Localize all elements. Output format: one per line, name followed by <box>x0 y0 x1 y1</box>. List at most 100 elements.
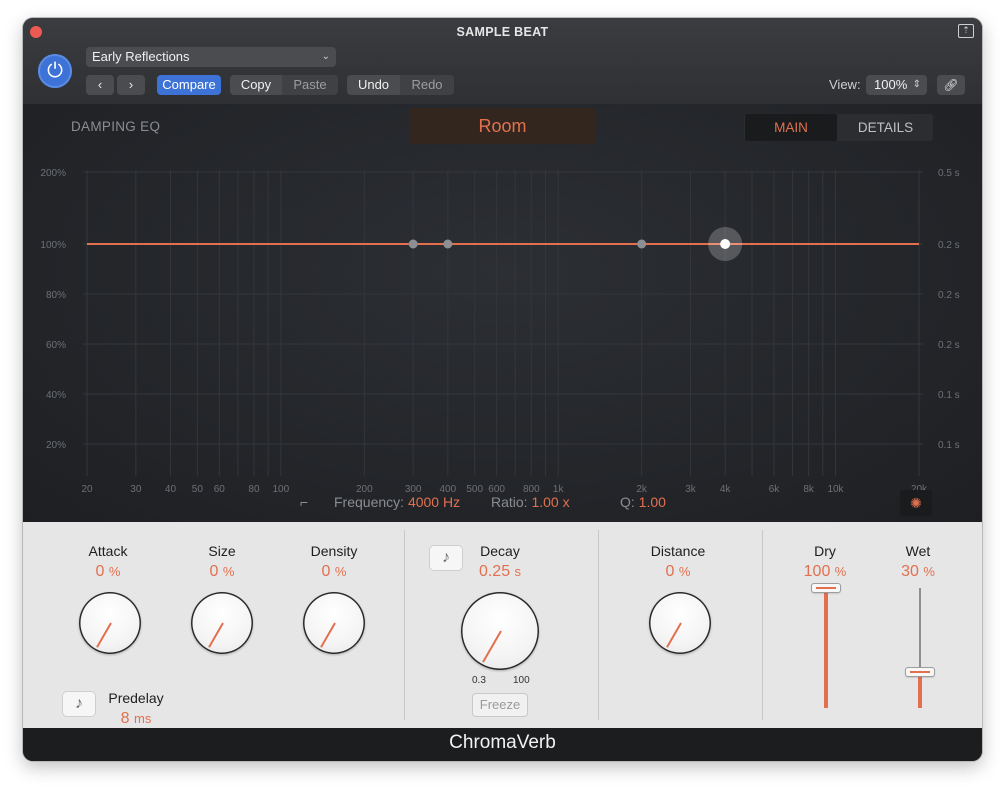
decay-sync-button[interactable]: ♪ <box>430 546 462 570</box>
decay-min-label: 0.3 <box>472 675 486 686</box>
chevron-down-icon: ⌄ <box>321 51 330 62</box>
stepper-icon: ⇕ <box>912 79 921 90</box>
divider <box>762 530 763 720</box>
ratio-param: Ratio: 1.00 x <box>491 494 570 510</box>
y-tick-label-left: 200% <box>40 168 66 179</box>
filter-shape-icon: ⌐ <box>300 494 309 510</box>
dry-label: Dry <box>814 543 836 559</box>
eq-node[interactable] <box>637 239 647 249</box>
y-tick-label-right: 0.2 s <box>938 240 960 251</box>
divider <box>404 530 405 720</box>
density-knob[interactable] <box>303 592 365 654</box>
eq-node-selected[interactable] <box>720 239 731 249</box>
paste-button[interactable]: Paste <box>282 75 338 95</box>
wet-label: Wet <box>905 543 931 559</box>
y-tick-label-right: 0.2 s <box>938 340 960 351</box>
undo-button[interactable]: Undo <box>347 75 400 95</box>
preset-name: Early Reflections <box>92 49 190 64</box>
particles-icon: ✺ <box>910 495 922 511</box>
attack-knob[interactable] <box>79 592 141 654</box>
distance-label: Distance <box>650 543 706 559</box>
distance-knob[interactable] <box>649 592 711 654</box>
y-tick-label-left: 40% <box>46 390 66 401</box>
y-tick-label-right: 0.5 s <box>938 168 960 179</box>
ratio-value[interactable]: 1.00 x <box>531 494 569 510</box>
x-tick-label: 30 <box>130 484 142 495</box>
frequency-label: Frequency: <box>334 494 405 510</box>
x-tick-label: 40 <box>165 484 177 495</box>
x-tick-label: 3k <box>685 484 697 495</box>
view-zoom-value: 100% <box>874 77 908 92</box>
dry-slider-thumb[interactable] <box>812 584 840 592</box>
x-tick-label: 500 <box>466 484 483 495</box>
freeze-button[interactable]: Freeze <box>473 694 527 716</box>
y-tick-label-left: 60% <box>46 340 66 351</box>
wet-slider-fill <box>918 672 922 708</box>
q-value[interactable]: 1.00 <box>639 494 666 510</box>
note-icon: ♪ <box>75 695 83 712</box>
power-button[interactable]: ⏻ <box>38 54 72 88</box>
copy-button[interactable]: Copy <box>230 75 282 95</box>
x-tick-label: 4k <box>720 484 732 495</box>
x-tick-label: 20 <box>81 484 93 495</box>
visualizer-toggle-button[interactable]: ✺ <box>900 490 932 516</box>
eq-node[interactable] <box>443 239 453 249</box>
chevron-left-icon: ‹ <box>97 77 103 92</box>
x-tick-label: 100 <box>273 484 290 495</box>
controls-panel: Attack 0 % Size 0 % Density 0 % ♪ Predel… <box>23 522 982 728</box>
q-label: Q: <box>620 494 635 510</box>
attack-value[interactable]: 0 % <box>73 563 143 581</box>
decay-value[interactable]: 0.25 s <box>465 563 535 581</box>
view-label: View: <box>829 77 861 92</box>
density-value[interactable]: 0 % <box>299 563 369 581</box>
predelay-value[interactable]: 8 ms <box>101 710 171 728</box>
x-tick-label: 6k <box>769 484 781 495</box>
decay-max-label: 100 <box>513 675 530 686</box>
frequency-value[interactable]: 4000 Hz <box>408 494 460 510</box>
plugin-header: SAMPLE BEAT ⇡ ⏻ Early Reflections ⌄ ‹ › … <box>23 18 982 104</box>
frequency-param: Frequency: 4000 Hz <box>334 494 460 510</box>
wet-value[interactable]: 30 % <box>883 563 953 581</box>
compare-button[interactable]: Compare <box>157 75 221 95</box>
divider <box>598 530 599 720</box>
predelay-label: Predelay <box>108 690 164 706</box>
y-tick-label-left: 100% <box>40 240 66 251</box>
y-tick-label-right: 0.1 s <box>938 440 960 451</box>
x-tick-label: 10k <box>827 484 844 495</box>
ratio-label: Ratio: <box>491 494 528 510</box>
x-tick-label: 8k <box>803 484 815 495</box>
x-tick-label: 60 <box>214 484 226 495</box>
power-icon: ⏻ <box>47 60 63 82</box>
expand-icon[interactable]: ⇡ <box>958 24 974 38</box>
decay-knob[interactable] <box>461 592 539 670</box>
window-title: SAMPLE BEAT <box>456 25 549 39</box>
size-knob[interactable] <box>191 592 253 654</box>
dry-slider-fill <box>824 588 828 708</box>
next-preset-button[interactable]: › <box>117 75 145 95</box>
x-tick-label: 80 <box>248 484 260 495</box>
redo-button[interactable]: Redo <box>400 75 454 95</box>
dry-value[interactable]: 100 % <box>790 563 860 581</box>
q-param: Q: 1.00 <box>620 494 666 510</box>
size-label: Size <box>208 543 236 559</box>
note-icon: ♪ <box>442 549 450 566</box>
y-tick-label-left: 80% <box>46 290 66 301</box>
wet-slider-thumb[interactable] <box>906 668 934 676</box>
predelay-sync-button[interactable]: ♪ <box>63 692 95 716</box>
y-tick-label-right: 0.1 s <box>938 390 960 401</box>
decay-label: Decay <box>480 543 520 559</box>
distance-value[interactable]: 0 % <box>643 563 713 581</box>
link-icon: 🔗︎ <box>943 78 959 92</box>
previous-preset-button[interactable]: ‹ <box>86 75 114 95</box>
density-label: Density <box>310 543 358 559</box>
eq-node[interactable] <box>408 239 418 249</box>
plugin-window: SAMPLE BEAT ⇡ ⏻ Early Reflections ⌄ ‹ › … <box>23 18 982 761</box>
eq-display: DAMPING EQ Room MAIN DETAILS 200% 0.5 s 10… <box>23 104 982 522</box>
preset-dropdown[interactable]: Early Reflections ⌄ <box>86 47 336 67</box>
attack-label: Attack <box>88 543 128 559</box>
size-value[interactable]: 0 % <box>187 563 257 581</box>
eq-graph[interactable]: 200% 0.5 s 100% 0.2 s 80% 0.2 s 60% 0.2 s 40% 0.1… <box>23 104 982 522</box>
link-button[interactable]: 🔗︎ <box>937 75 965 95</box>
chevron-right-icon: › <box>128 77 134 92</box>
view-zoom-select[interactable]: 100% ⇕ <box>866 75 927 95</box>
